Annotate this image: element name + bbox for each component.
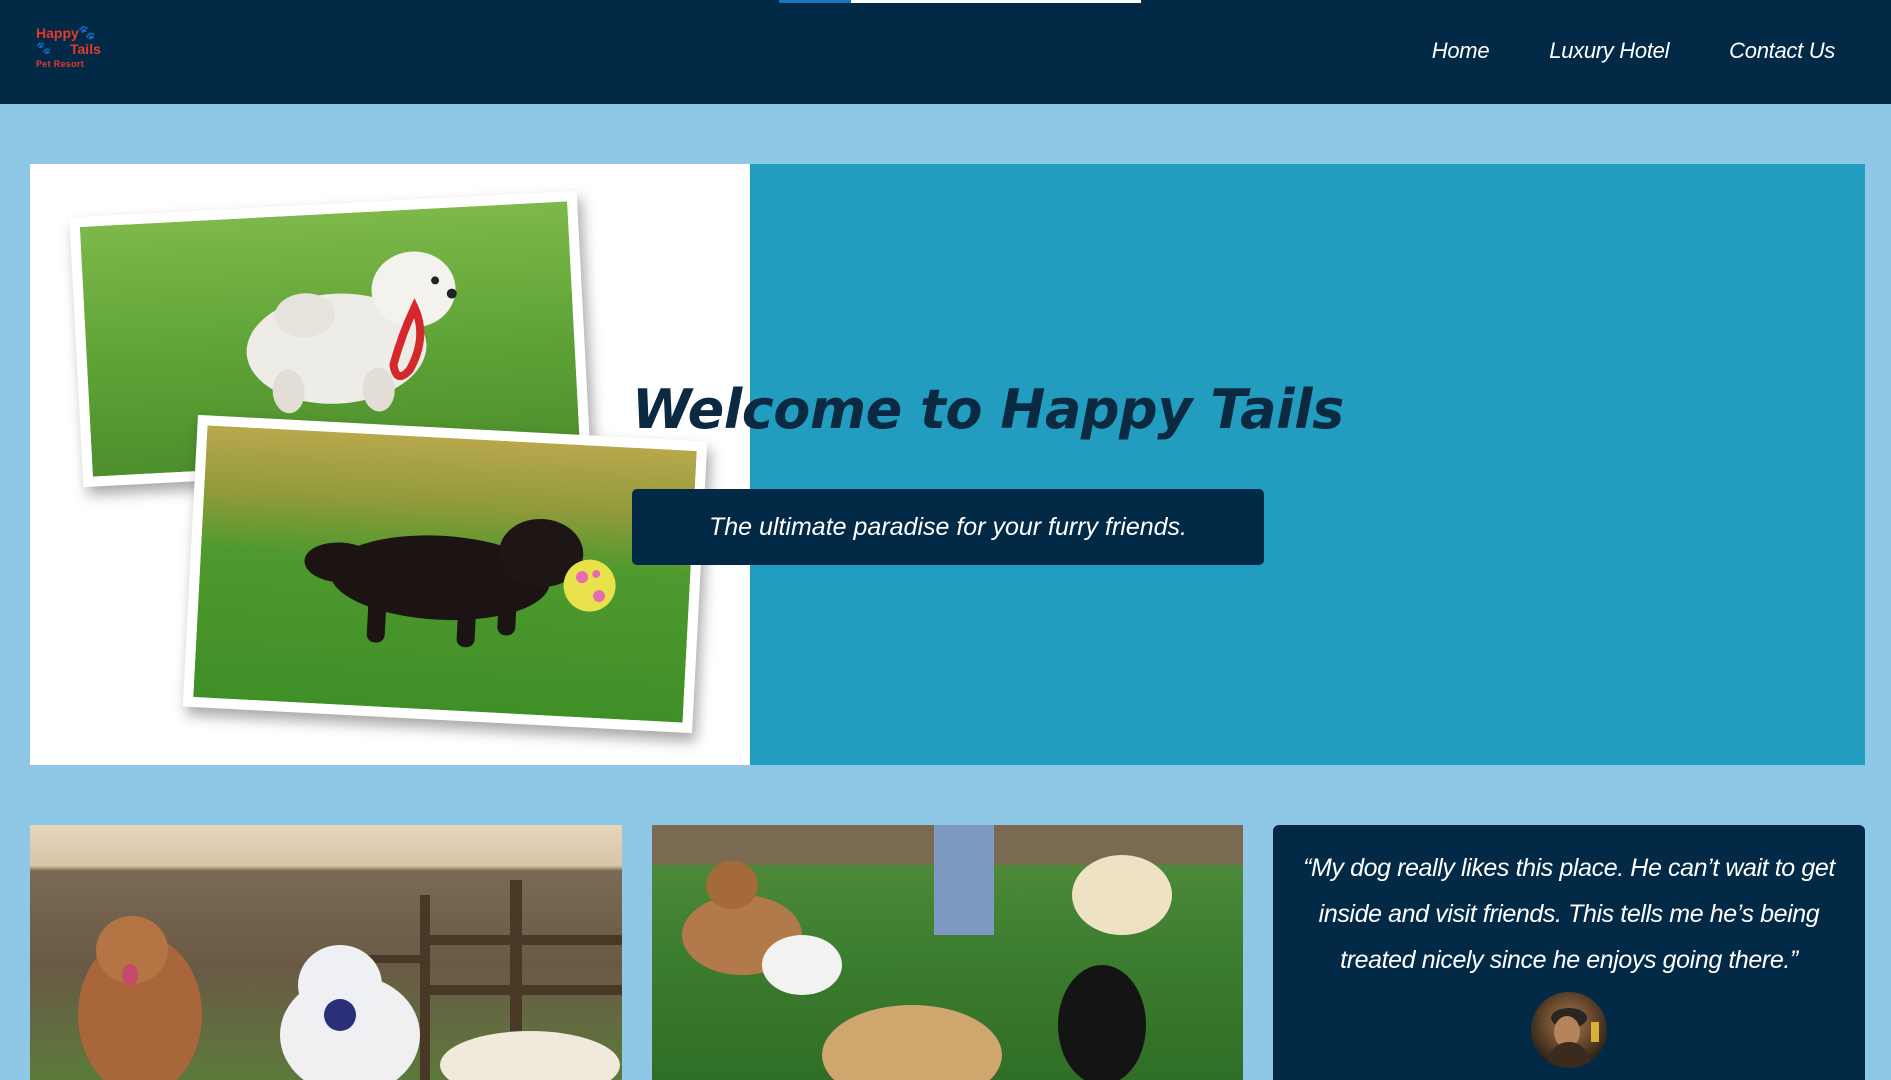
testimonial-quote: “My dog really likes this place. He can’…	[1303, 854, 1835, 974]
logo-text-tails: Tails	[70, 41, 101, 57]
scroll-progress-fill	[779, 0, 852, 3]
hero-image-panel	[30, 164, 750, 765]
hero-photo-black-dog	[182, 414, 708, 734]
testimonial-card: “My dog really likes this place. He can’…	[1273, 825, 1865, 1080]
logo-text-happy: Happy	[36, 25, 79, 41]
gallery-photo-dog-park	[652, 825, 1243, 1080]
nav-item-home[interactable]: Home	[1432, 38, 1490, 64]
black-dog-illustration	[304, 518, 616, 648]
paw-icon: 🐾	[78, 25, 96, 41]
hero-subtitle-banner: The ultimate paradise for your furry fri…	[632, 489, 1264, 565]
hero-color-panel	[750, 164, 1865, 765]
dog-park-illustration	[652, 825, 1243, 1080]
dogs-fence-illustration	[78, 880, 622, 1080]
person-avatar-icon	[1545, 1008, 1599, 1068]
main-nav: Home Luxury Hotel Contact Us	[1432, 38, 1836, 64]
gallery-photo-dogs-by-fence	[30, 825, 622, 1080]
hero-title: Welcome to Happy Tails	[632, 378, 1344, 441]
scroll-progress-bar	[779, 0, 1141, 3]
testimonial-avatar	[1531, 992, 1607, 1068]
logo-text-pet-resort: Pet Resort	[36, 59, 85, 69]
paw-icon: 🐾	[36, 41, 51, 55]
site-header: Happy 🐾 🐾 Tails Pet Resort Home Luxury H…	[0, 0, 1891, 104]
nav-item-contact-us[interactable]: Contact Us	[1729, 38, 1835, 64]
site-logo[interactable]: Happy 🐾 🐾 Tails Pet Resort	[34, 24, 106, 72]
nav-item-luxury-hotel[interactable]: Luxury Hotel	[1549, 38, 1669, 64]
